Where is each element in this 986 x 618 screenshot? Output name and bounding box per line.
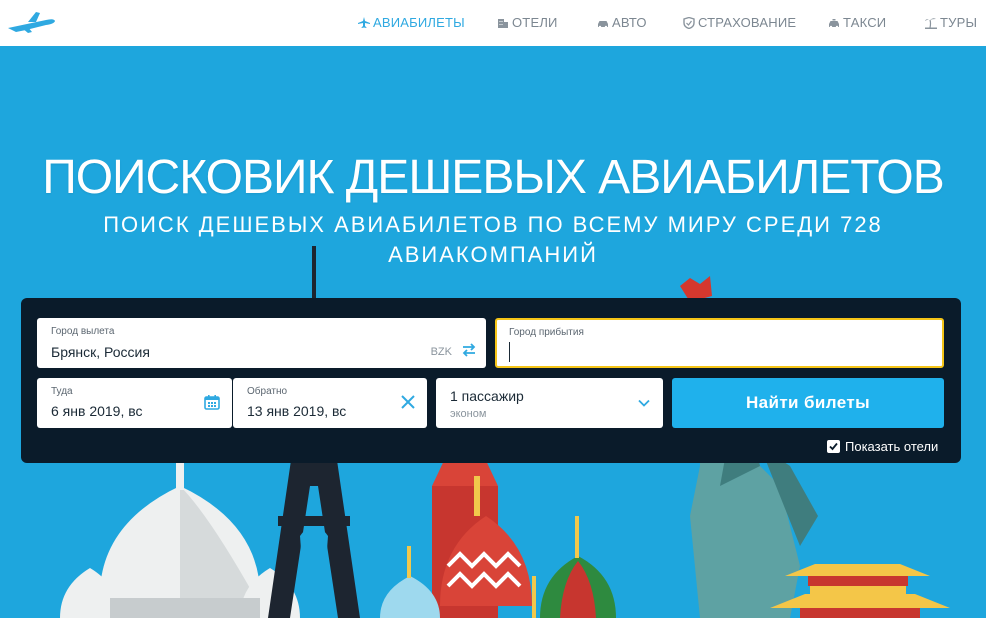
page-title: ПОИСКОВИК ДЕШЕВЫХ АВИАБИЛЕТОВ xyxy=(42,151,945,204)
plane-icon xyxy=(358,16,370,28)
subtitle-text-part1: ПОИСК ДЕШЕВЫХ АВИАБИЛЕТОВ ПО ВСЕМУ МИРУ … xyxy=(103,212,832,237)
show-hotels-checkbox[interactable]: Показать отели xyxy=(827,439,938,454)
palm-icon xyxy=(925,17,937,29)
top-bar: АВИАБИЛЕТЫ ОТЕЛИ АВТО СТРАХОВАНИЕ ТАКСИ … xyxy=(0,0,986,46)
pagoda-illustration xyxy=(770,564,950,618)
return-date-label: Обратно xyxy=(247,386,288,397)
nav-item-flights[interactable]: АВИАБИЛЕТЫ xyxy=(358,15,465,30)
calendar-icon[interactable] xyxy=(204,394,220,410)
to-city-label: Город прибытия xyxy=(509,327,584,338)
nav-item-cars[interactable]: АВТО xyxy=(597,15,647,30)
from-city-label: Город вылета xyxy=(51,326,115,337)
checkbox-box[interactable] xyxy=(827,440,840,453)
cabin-class-value: эконом xyxy=(450,408,487,420)
shield-icon xyxy=(683,16,695,29)
nav-label-taxi: ТАКСИ xyxy=(843,15,887,30)
passengers-class-select[interactable]: 1 пассажир эконом xyxy=(436,378,663,428)
nav-label-insurance: СТРАХОВАНИЕ xyxy=(698,15,797,30)
depart-date-value: 6 янв 2019, вс xyxy=(51,403,143,419)
from-city-field[interactable]: Город вылета Брянск, Россия BZK xyxy=(37,318,486,368)
nav-item-taxi[interactable]: ТАКСИ xyxy=(828,15,886,30)
show-hotels-label: Показать отели xyxy=(845,439,939,454)
depart-date-label: Туда xyxy=(51,386,73,397)
taxi-icon xyxy=(829,18,839,28)
nav-label-flights: АВИАБИЛЕТЫ xyxy=(373,15,465,30)
nav-label-hotels: ОТЕЛИ xyxy=(512,15,558,30)
passengers-value: 1 пассажир xyxy=(450,388,524,404)
return-date-field[interactable]: Обратно 13 янв 2019, вс xyxy=(233,378,427,428)
airline-count: 728 xyxy=(840,212,883,237)
depart-date-field[interactable]: Туда 6 янв 2019, вс xyxy=(37,378,232,428)
logo-plane-icon[interactable] xyxy=(6,10,56,34)
nav-item-hotels[interactable]: ОТЕЛИ xyxy=(497,15,558,30)
nav-item-tours[interactable]: ТУРЫ xyxy=(925,15,977,30)
from-airport-code: BZK xyxy=(430,346,452,358)
to-city-field[interactable]: Город прибытия xyxy=(495,318,944,368)
find-tickets-button[interactable]: Найти билеты xyxy=(672,378,944,428)
nav-item-insurance[interactable]: СТРАХОВАНИЕ xyxy=(683,15,796,30)
nav-label-tours: ТУРЫ xyxy=(940,15,978,30)
text-cursor xyxy=(509,342,510,362)
swap-arrows-icon[interactable] xyxy=(461,342,477,358)
checkmark-icon xyxy=(829,442,838,451)
search-panel: Город вылета Брянск, Россия BZK Город пр… xyxy=(21,298,961,463)
clear-return-date-icon[interactable] xyxy=(399,393,417,411)
page-subtitle: ПОИСК ДЕШЕВЫХ АВИАБИЛЕТОВ ПО ВСЕМУ МИРУ … xyxy=(60,210,926,270)
nav-label-cars: АВТО xyxy=(612,15,647,30)
taj-mahal-illustration xyxy=(60,440,300,618)
chevron-down-icon xyxy=(638,399,650,407)
hero-section: ПОИСКОВИК ДЕШЕВЫХ АВИАБИЛЕТОВ ПОИСК ДЕШЕ… xyxy=(0,46,986,618)
from-city-value: Брянск, Россия xyxy=(51,344,150,360)
car-icon xyxy=(598,20,608,28)
return-date-value: 13 янв 2019, вс xyxy=(247,403,347,419)
hotel-icon xyxy=(498,18,508,28)
subtitle-text-part2: АВИАКОМПАНИЙ xyxy=(388,242,598,267)
